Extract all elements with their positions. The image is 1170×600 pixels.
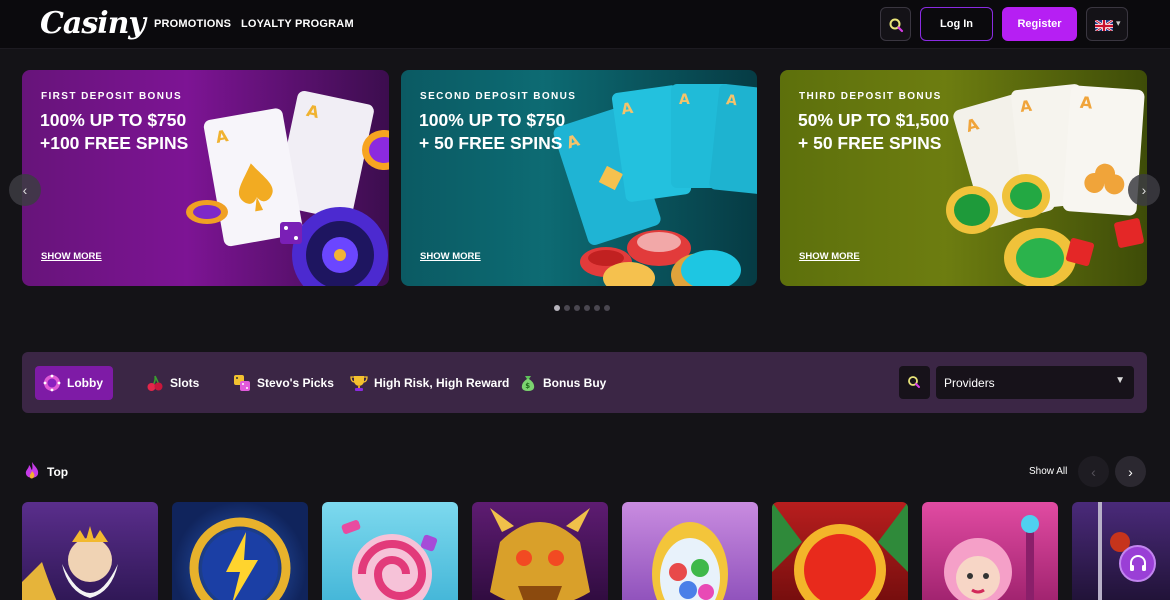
chevron-left-icon: ‹ (1091, 463, 1096, 480)
show-more-link[interactable]: SHOW MORE (420, 251, 481, 262)
tab-label: Slots (170, 376, 200, 390)
promo-title-line: 50% UP TO $1,500 (798, 110, 950, 130)
section-prev-button[interactable]: ‹ (1078, 456, 1109, 487)
nav-promotions[interactable]: PROMOTIONS (154, 18, 231, 30)
carousel-prev-button[interactable]: ‹ (9, 174, 41, 206)
show-all-link[interactable]: Show All (1029, 466, 1067, 477)
search-icon (889, 18, 904, 33)
section-title: Top (47, 465, 69, 479)
logo[interactable]: Casiny (40, 6, 146, 41)
svg-text:A: A (1079, 93, 1093, 113)
promo-card-second-deposit[interactable]: A A A A SECOND DEPOSIT BONUS 100% UP TO … (401, 70, 757, 286)
game-tile[interactable] (922, 502, 1058, 600)
promo-title-line: 100% UP TO $750 (40, 110, 187, 130)
tab-stevos-picks[interactable]: Stevo's Picks (225, 366, 342, 400)
lobby-chip-icon (43, 374, 61, 392)
section-next-button[interactable]: › (1115, 456, 1146, 487)
chevron-left-icon: ‹ (22, 182, 28, 198)
dice-icon (234, 375, 250, 391)
search-icon (908, 376, 920, 388)
promo-card-third-deposit[interactable]: A A A THIRD DEPOSIT BONUS 50% UP TO $1,5… (780, 70, 1147, 286)
show-more-link[interactable]: SHOW MORE (799, 251, 860, 262)
candy-thumbnail (341, 520, 438, 600)
svg-text:A: A (679, 92, 690, 108)
tab-label: Lobby (67, 376, 103, 390)
providers-select[interactable]: Providers ▼ (936, 366, 1134, 399)
promo-card-first-deposit[interactable]: A A FIRST DEPOSIT BONUS 100% UP TO $750 … (22, 70, 389, 286)
headset-icon (1129, 554, 1146, 571)
trophy-icon (350, 376, 368, 391)
uk-flag-icon (1095, 19, 1113, 31)
tab-high-risk-high-reward[interactable]: High Risk, High Reward (342, 366, 517, 400)
promo-title-line: +100 FREE SPINS (40, 133, 189, 153)
promo-title: 100% UP TO $750 +100 FREE SPINS (40, 109, 230, 155)
cards-chips-illustration: A A A A (553, 84, 757, 286)
carousel-dot[interactable] (574, 305, 580, 311)
tab-label: Stevo's Picks (257, 376, 334, 390)
carousel-dot[interactable] (564, 305, 570, 311)
game-tile[interactable] (772, 502, 908, 600)
promo-subtitle: SECOND DEPOSIT BONUS (420, 91, 577, 102)
cards-dice-illustration: A A A (946, 84, 1145, 286)
svg-text:$: $ (525, 382, 530, 390)
carousel-next-button[interactable]: › (1128, 174, 1160, 206)
tab-slots[interactable]: Slots (138, 366, 207, 400)
promo-title-line: + 50 FREE SPINS (419, 133, 563, 153)
chevron-right-icon: › (1141, 182, 1147, 198)
warrior-thumbnail (1098, 502, 1130, 600)
pink-girl-thumbnail (944, 515, 1039, 600)
promo-title: 50% UP TO $1,500 + 50 FREE SPINS (798, 109, 988, 155)
game-tile[interactable] (472, 502, 608, 600)
lightning-thumbnail (189, 517, 291, 600)
carousel-dot[interactable] (554, 305, 560, 311)
site-header: Casiny PROMOTIONS LOYALTY PROGRAM Log In… (0, 0, 1170, 49)
promo-subtitle: THIRD DEPOSIT BONUS (799, 91, 942, 102)
cards-roulette-illustration: A A (186, 90, 389, 286)
svg-text:A: A (1019, 97, 1033, 116)
svg-text:A: A (725, 92, 738, 109)
chevron-right-icon: › (1128, 463, 1133, 480)
game-tile[interactable] (1072, 502, 1170, 600)
tab-label: High Risk, High Reward (374, 376, 510, 390)
promo-title-line: + 50 FREE SPINS (798, 133, 942, 153)
candy-egg-thumbnail (652, 522, 728, 600)
game-tile[interactable] (622, 502, 758, 600)
tab-lobby[interactable]: Lobby (35, 366, 113, 400)
game-tile[interactable] (22, 502, 158, 600)
providers-select-value: Providers (944, 375, 995, 390)
category-bar: Lobby Slots Stevo's Picks High Risk, Hig… (22, 352, 1147, 413)
chevron-down-icon: ▾ (1116, 18, 1121, 28)
fire-icon (25, 462, 39, 479)
support-chat-button[interactable] (1119, 545, 1156, 582)
dragon-thumbnail (490, 508, 590, 600)
tab-bonus-buy[interactable]: $ Bonus Buy (511, 366, 614, 400)
header-search-button[interactable] (880, 7, 911, 41)
carousel-dot[interactable] (594, 305, 600, 311)
chevron-down-icon: ▼ (1115, 375, 1125, 386)
promo-title-line: 100% UP TO $750 (419, 110, 566, 130)
promo-title: 100% UP TO $750 + 50 FREE SPINS (419, 109, 609, 155)
register-button[interactable]: Register (1002, 7, 1077, 41)
carousel-dot[interactable] (584, 305, 590, 311)
promo-subtitle: FIRST DEPOSIT BONUS (41, 91, 183, 102)
show-more-link[interactable]: SHOW MORE (41, 251, 102, 262)
language-selector[interactable]: ▾ (1086, 7, 1128, 41)
red-coin-thumbnail (772, 502, 908, 600)
nav-loyalty-program[interactable]: LOYALTY PROGRAM (241, 18, 354, 30)
game-tile[interactable] (322, 502, 458, 600)
carousel-pagination (554, 305, 610, 311)
tab-label: Bonus Buy (543, 376, 607, 390)
zeus-thumbnail (22, 526, 118, 600)
cherries-icon (147, 375, 163, 391)
carousel-dot[interactable] (604, 305, 610, 311)
game-search-button[interactable] (899, 366, 930, 399)
game-tile[interactable] (172, 502, 308, 600)
login-button[interactable]: Log In (920, 7, 993, 41)
money-bag-icon: $ (521, 376, 535, 391)
